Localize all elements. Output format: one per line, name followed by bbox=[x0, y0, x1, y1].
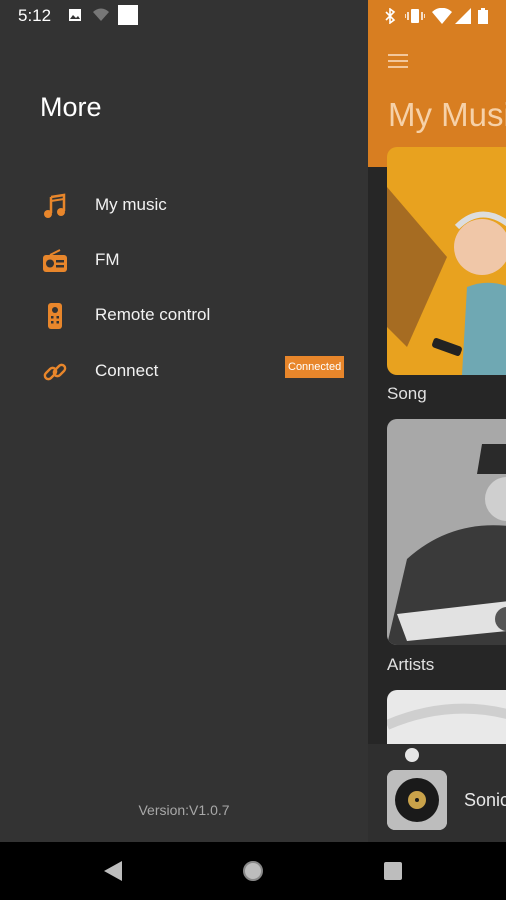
bluetooth-icon bbox=[385, 8, 396, 24]
back-icon[interactable] bbox=[102, 859, 124, 883]
version-text: Version:V1.0.7 bbox=[138, 802, 230, 818]
status-bar: 5:12 bbox=[0, 0, 506, 32]
link-icon bbox=[43, 363, 67, 381]
wifi-icon bbox=[432, 8, 452, 24]
vinyl-disc-icon bbox=[387, 770, 447, 830]
artists-card[interactable] bbox=[387, 419, 506, 645]
remote-control-icon bbox=[48, 303, 62, 329]
vibrate-icon bbox=[405, 9, 425, 23]
radio-icon bbox=[43, 249, 67, 272]
page-title: My Musi bbox=[388, 96, 506, 133]
drawer-title: More bbox=[40, 92, 102, 122]
recent-apps-icon[interactable] bbox=[383, 859, 403, 883]
home-icon[interactable] bbox=[241, 859, 265, 883]
song-card-label: Song bbox=[387, 384, 427, 403]
status-time: 5:12 bbox=[18, 6, 52, 25]
song-card[interactable] bbox=[387, 147, 506, 375]
artists-card-image bbox=[387, 419, 506, 645]
drawer-item-remote-control[interactable]: Remote control bbox=[0, 293, 368, 337]
drawer-item-label: My music bbox=[95, 195, 167, 214]
drawer-item-label: Connect bbox=[95, 361, 159, 380]
navigation-drawer: More My music FM Remote control Connect … bbox=[0, 32, 368, 842]
albums-card[interactable] bbox=[387, 690, 506, 750]
drawer-item-connect[interactable]: Connect Connected bbox=[0, 349, 368, 393]
music-note-icon bbox=[44, 193, 66, 218]
song-card-image bbox=[387, 147, 506, 375]
player-album-art bbox=[387, 770, 447, 830]
connected-status-badge: Connected bbox=[285, 356, 345, 378]
drawer-item-fm[interactable]: FM bbox=[0, 238, 368, 282]
drawer-item-label: Remote control bbox=[95, 305, 211, 324]
notification-square-icon bbox=[118, 5, 138, 25]
progress-slider-thumb[interactable] bbox=[405, 748, 419, 762]
drawer-item-my-music[interactable]: My music bbox=[0, 183, 368, 227]
wifi-off-icon bbox=[93, 8, 109, 21]
image-icon bbox=[69, 9, 81, 21]
player-song-title: Sonic bbox=[464, 790, 506, 810]
menu-icon[interactable] bbox=[388, 54, 408, 68]
battery-icon bbox=[478, 8, 488, 24]
artists-card-label: Artists bbox=[387, 655, 435, 674]
albums-card-image bbox=[387, 690, 506, 750]
drawer-item-label: FM bbox=[95, 250, 120, 269]
signal-icon bbox=[455, 8, 471, 24]
system-navigation-bar bbox=[0, 842, 506, 900]
main-screen: My Musi Song Artists Sonic bbox=[368, 32, 506, 842]
